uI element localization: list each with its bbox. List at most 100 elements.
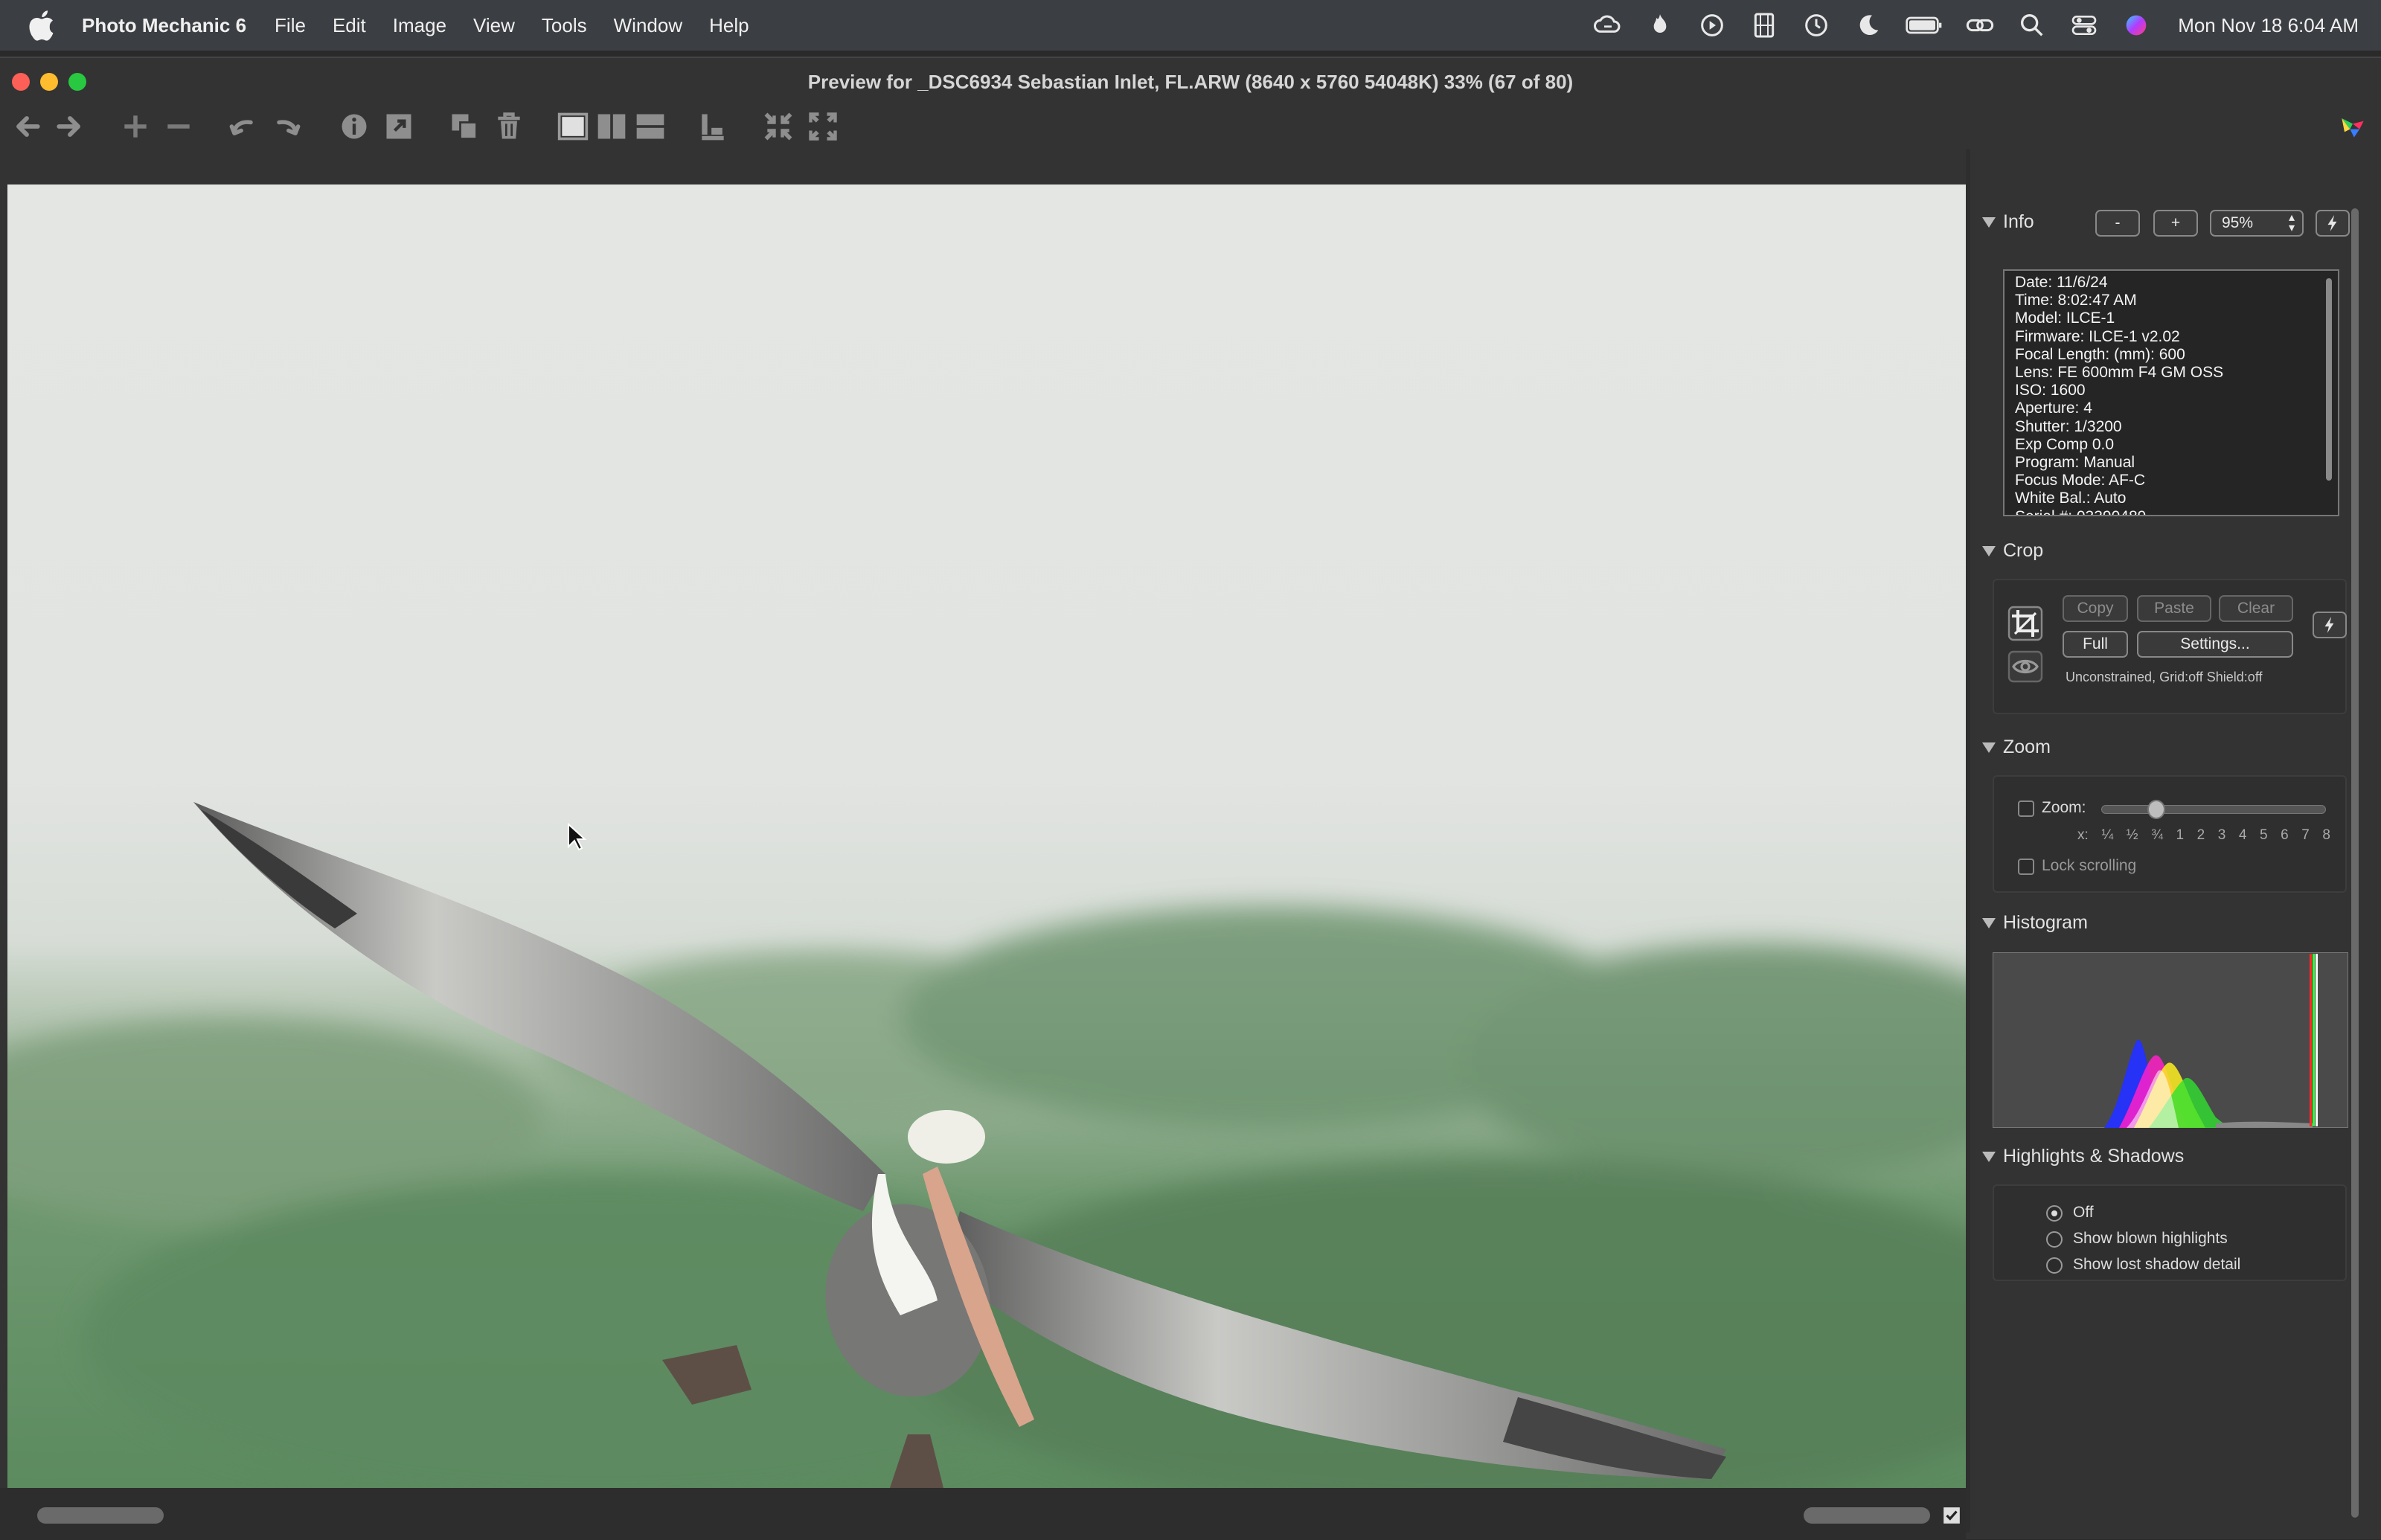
crop-copy-button[interactable]: Copy [2063, 595, 2128, 622]
delete-button[interactable] [491, 109, 527, 144]
info-section-header[interactable]: Info [1982, 211, 2034, 233]
radio-show-blown-highlights[interactable] [2046, 1231, 2063, 1248]
menu-image[interactable]: Image [393, 14, 446, 37]
single-view-button[interactable] [555, 109, 591, 144]
info-line: ISO: 1600 [2015, 382, 2086, 400]
filmstrip-scroller[interactable] [37, 1507, 164, 1524]
radio-show-lost-shadow-detail[interactable] [2046, 1257, 2063, 1274]
rotate-left-button[interactable] [225, 109, 260, 144]
zoom-slider-knob[interactable] [2147, 800, 2166, 819]
disclosure-triangle-icon [1982, 216, 1996, 228]
back-button[interactable] [9, 109, 45, 144]
menu-clock[interactable]: Mon Nov 18 6:04 AM [2178, 14, 2359, 37]
zoom-scale-tick: ¼ [2101, 827, 2114, 843]
menu-app-name[interactable]: Photo Mechanic 6 [82, 14, 246, 37]
crop-clear-button[interactable]: Clear [2219, 595, 2293, 622]
align-bottom-icon [702, 114, 724, 141]
battery-icon[interactable] [1906, 10, 1943, 40]
play-circle-icon[interactable] [1697, 10, 1727, 40]
info-minus-button[interactable]: - [2095, 210, 2140, 237]
horizontal-scrollbar[interactable] [1804, 1507, 1930, 1524]
info-line: Aperture: 4 [2015, 400, 2092, 417]
disclosure-triangle-icon [1982, 742, 1996, 753]
info-line: Date: 11/6/24 [2015, 274, 2108, 291]
zoom-out-button[interactable] [161, 109, 196, 144]
crop-section-header[interactable]: Crop [1982, 540, 2043, 562]
duplicate-button[interactable] [446, 109, 482, 144]
crop-full-button[interactable]: Full [2063, 631, 2128, 658]
info-line: Focus Mode: AF-C [2015, 472, 2146, 490]
fit-button[interactable] [760, 109, 796, 144]
crop-icon[interactable] [2007, 606, 2043, 641]
image-preview[interactable] [7, 185, 1966, 1488]
radio-off[interactable] [2046, 1205, 2063, 1222]
panel-splitter[interactable] [1966, 149, 1970, 1533]
search-icon[interactable] [2017, 10, 2047, 40]
panel-scrollbar[interactable] [2351, 208, 2359, 1518]
info-line: White Bal.: Auto [2015, 490, 2127, 507]
moon-icon[interactable] [1853, 10, 1883, 40]
eye-icon[interactable] [2007, 650, 2043, 683]
fullscreen-button[interactable] [805, 109, 841, 144]
duplicate-icon [452, 114, 478, 140]
info-button[interactable] [336, 109, 372, 144]
align-button[interactable] [695, 109, 731, 144]
crop-action-button[interactable] [2313, 612, 2347, 638]
side-by-side-button[interactable] [594, 109, 629, 144]
lock-scrolling-checkbox[interactable] [2018, 859, 2034, 875]
film-strip-icon[interactable] [1749, 10, 1779, 40]
stepper-arrows-icon: ▴ ▾ [2288, 211, 2295, 234]
link-icon[interactable] [1965, 10, 1995, 40]
info-metadata-box[interactable]: Date: 11/6/24 Time: 8:02:47 AM Model: IL… [2003, 269, 2339, 516]
apple-icon[interactable] [25, 7, 61, 43]
highlights-header-label: Highlights & Shadows [2003, 1146, 2185, 1167]
photo-pelican-in-flight [7, 802, 1966, 1488]
stacked-view-icon [636, 114, 664, 139]
info-action-button[interactable] [2316, 210, 2350, 237]
menu-view[interactable]: View [473, 14, 515, 37]
expand-icon [809, 112, 837, 141]
zoom-section-header[interactable]: Zoom [1982, 737, 2051, 758]
crop-paste-button[interactable]: Paste [2137, 595, 2211, 622]
open-external-button[interactable] [381, 109, 417, 144]
zoom-scale-prefix: x: [2077, 827, 2089, 843]
control-center-icon[interactable] [2069, 10, 2099, 40]
status-bar [0, 1488, 1966, 1540]
histogram-header-label: Histogram [2003, 912, 2088, 933]
flame-icon[interactable] [1645, 10, 1675, 40]
time-machine-icon[interactable] [1801, 10, 1831, 40]
stacked-view-button[interactable] [632, 109, 668, 144]
trash-icon [498, 112, 520, 139]
zoom-checkbox[interactable] [2018, 801, 2034, 817]
zoom-scale-tick: 5 [2260, 827, 2268, 843]
menu-file[interactable]: File [275, 14, 306, 37]
status-menu-area: Mon Nov 18 6:04 AM [1593, 0, 2359, 51]
disclosure-triangle-icon [1982, 1151, 1996, 1162]
info-zoom-value: 95% [2222, 214, 2254, 231]
cloud-sync-icon[interactable] [1593, 10, 1623, 40]
forward-button[interactable] [52, 109, 88, 144]
info-plus-button[interactable]: + [2153, 210, 2198, 237]
checkmark-icon[interactable] [1942, 1506, 1961, 1525]
crop-settings-button[interactable]: Settings... [2137, 631, 2293, 658]
histogram-section-header[interactable]: Histogram [1982, 912, 2088, 934]
zoom-slider[interactable] [2101, 800, 2326, 819]
menu-tools[interactable]: Tools [542, 14, 587, 37]
rotate-right-button[interactable] [269, 109, 305, 144]
highlights-section-header[interactable]: Highlights & Shadows [1982, 1146, 2184, 1167]
info-scrollbar[interactable] [2326, 278, 2332, 481]
zoom-scale-tick: 3 [2217, 827, 2226, 843]
siri-icon[interactable] [2121, 10, 2151, 40]
menu-edit[interactable]: Edit [333, 14, 366, 37]
menu-window[interactable]: Window [614, 14, 682, 37]
menu-help[interactable]: Help [709, 14, 749, 37]
radio-off-label: Off [2073, 1204, 2094, 1221]
histogram-graph [1993, 952, 2348, 1128]
zoom-scale-tick: ½ [2126, 827, 2138, 843]
info-zoom-stepper[interactable]: 95% ▴ ▾ [2210, 210, 2304, 237]
zoom-in-button[interactable] [118, 109, 153, 144]
radio-show-blown-highlights-label: Show blown highlights [2073, 1230, 2228, 1247]
photo-mechanic-logo-icon [2342, 118, 2364, 138]
toolbar [0, 103, 2381, 155]
zoom-scale-tick: 8 [2322, 827, 2330, 843]
